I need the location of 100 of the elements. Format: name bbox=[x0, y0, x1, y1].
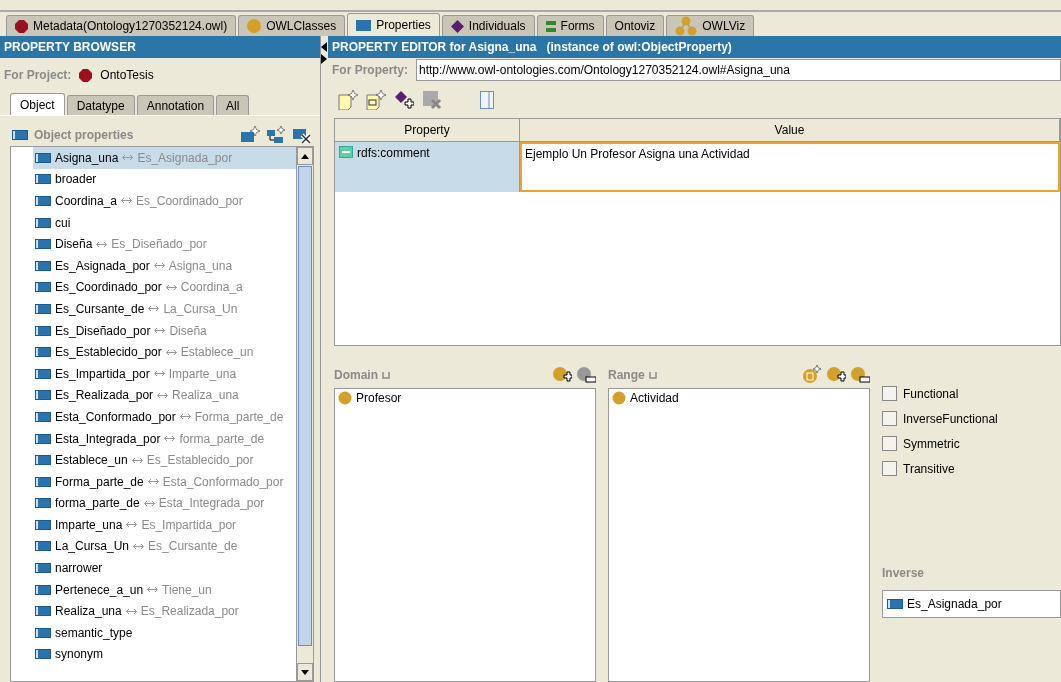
section-icon bbox=[12, 130, 28, 140]
property-item[interactable]: semantic_type bbox=[33, 622, 296, 644]
tab[interactable]: OWLClasses bbox=[238, 15, 346, 36]
double-arrow-icon bbox=[122, 154, 134, 162]
create-property-icon[interactable] bbox=[240, 126, 260, 144]
tab[interactable]: All bbox=[216, 95, 250, 115]
double-arrow-icon bbox=[96, 240, 108, 248]
tab[interactable]: OWLViz bbox=[666, 15, 755, 36]
tab[interactable]: Datatype bbox=[66, 95, 135, 115]
inverse-name: Establece_un bbox=[180, 345, 254, 360]
collapse-right-icon[interactable] bbox=[321, 54, 327, 64]
add-class-icon[interactable] bbox=[826, 366, 846, 384]
property-item[interactable]: cui bbox=[33, 211, 296, 234]
inverse-name: Es_Impartida_por bbox=[141, 517, 237, 532]
property-item[interactable]: synonym bbox=[33, 643, 296, 666]
property-item[interactable]: Esta_Integrada_por forma_parte_de bbox=[33, 427, 296, 450]
property-item[interactable]: Diseña Es_Diseñado_por bbox=[33, 233, 296, 255]
property-icon bbox=[35, 455, 51, 466]
inverse-name: Diseña bbox=[169, 323, 207, 338]
property-icon bbox=[35, 217, 51, 228]
property-icon bbox=[35, 563, 51, 574]
double-arrow-icon bbox=[143, 499, 155, 507]
table-cell[interactable]: Ejemplo Un Profesor Asigna una Actividad bbox=[520, 142, 1060, 192]
property-item[interactable]: Coordina_a Es_Coordinado_por bbox=[33, 190, 296, 212]
columns-icon[interactable] bbox=[480, 91, 494, 109]
property-icon bbox=[35, 282, 51, 293]
property-icon bbox=[35, 196, 51, 206]
inverse-field[interactable]: Es_Asignada_por bbox=[882, 590, 1061, 618]
property-item[interactable]: Es_Establecido_por Establece_un bbox=[33, 341, 296, 363]
panel-title: PROPERTY EDITOR for Asigna_una (instance of owl:ObjectProperty) bbox=[328, 36, 1061, 58]
column-header[interactable]: Value bbox=[520, 119, 1060, 142]
property-item[interactable]: Realiza_una Es_Realizada_por bbox=[33, 600, 296, 623]
remove-class-icon[interactable] bbox=[576, 366, 596, 384]
property-item[interactable]: broader bbox=[33, 168, 296, 191]
property-item[interactable]: Es_Asignada_por Asigna_una bbox=[33, 254, 296, 277]
property-item[interactable]: Es_Coordinado_por Coordina_a bbox=[33, 276, 296, 299]
property-item[interactable]: Pertenece_a_un Tiene_un bbox=[33, 578, 296, 601]
property-item[interactable]: Establece_un Es_Establecido_por bbox=[33, 449, 296, 471]
double-arrow-icon bbox=[165, 283, 177, 291]
double-arrow-icon bbox=[154, 327, 166, 335]
create-subproperty-icon[interactable] bbox=[266, 126, 286, 144]
tab[interactable]: Object bbox=[10, 93, 65, 115]
property-item[interactable]: Asigna_una Es_Asignada_por bbox=[33, 147, 296, 169]
scroll-up-button[interactable] bbox=[297, 147, 313, 165]
checkbox[interactable] bbox=[882, 461, 897, 476]
property-item[interactable]: Es_Diseñado_por Diseña bbox=[33, 319, 296, 342]
tab[interactable]: Forms bbox=[536, 15, 604, 36]
remove-class-icon[interactable] bbox=[850, 366, 870, 384]
add-class-icon[interactable] bbox=[552, 366, 572, 384]
property-item[interactable]: narrower bbox=[33, 557, 296, 579]
uri-field[interactable]: http://www.owl-ontologies.com/Ontology1270352124.owl#Asigna_una bbox=[416, 59, 1061, 81]
checkbox[interactable] bbox=[882, 411, 897, 426]
double-arrow-icon bbox=[157, 391, 169, 399]
inverse-name: Forma_parte_de bbox=[194, 409, 284, 424]
add-value-icon[interactable] bbox=[394, 90, 414, 110]
double-arrow-icon bbox=[164, 435, 176, 442]
scroll-down-button[interactable] bbox=[297, 663, 313, 681]
tab[interactable]: Metadata(Ontology1270352124.owl) bbox=[6, 15, 237, 36]
domain-label: Domain bbox=[334, 368, 378, 382]
tab[interactable]: Ontoviz bbox=[605, 15, 665, 36]
double-arrow-icon bbox=[126, 521, 138, 529]
property-icon bbox=[35, 498, 51, 509]
circle-icon bbox=[247, 19, 262, 33]
new-doc-icon[interactable] bbox=[366, 90, 386, 110]
property-name: Diseña bbox=[55, 237, 93, 252]
tab[interactable]: Individuals bbox=[441, 15, 535, 36]
double-arrow-icon bbox=[133, 543, 145, 550]
new-note-icon[interactable] bbox=[338, 90, 358, 110]
property-item[interactable]: Es_Impartida_por Imparte_una bbox=[33, 362, 296, 385]
property-icon bbox=[35, 584, 51, 595]
property-item[interactable]: Imparte_una Es_Impartida_por bbox=[33, 514, 296, 536]
property-item[interactable]: La_Cursa_Un Es_Cursante_de bbox=[33, 535, 296, 558]
tab[interactable]: Annotation bbox=[136, 95, 215, 115]
property-icon bbox=[35, 260, 51, 271]
property-item[interactable]: Es_Cursante_de La_Cursa_Un bbox=[33, 298, 296, 320]
class-icon bbox=[338, 391, 352, 405]
property-item[interactable]: Forma_parte_de Esta_Conformado_por bbox=[33, 470, 296, 493]
inverse-name: Es_Diseñado_por bbox=[111, 237, 207, 252]
property-icon bbox=[35, 519, 51, 530]
tab[interactable]: Properties bbox=[347, 13, 440, 36]
section-title: Object properties bbox=[34, 128, 134, 142]
delete-value-icon[interactable] bbox=[422, 90, 442, 110]
property-item[interactable]: forma_parte_de Esta_Integrada_por bbox=[33, 492, 296, 515]
property-name: Es_Asignada_por bbox=[55, 258, 150, 273]
property-item[interactable]: Es_Realizada_por Realiza_una bbox=[33, 384, 296, 407]
inverse-name: Es_Realizada_por bbox=[140, 604, 239, 619]
inverse-name: Es_Cursante_de bbox=[148, 539, 238, 554]
checkbox[interactable] bbox=[882, 386, 897, 401]
property-name: Asigna_una bbox=[55, 150, 119, 165]
delete-property-icon[interactable] bbox=[292, 126, 312, 144]
property-name: Realiza_una bbox=[55, 604, 122, 619]
scrollbar-thumb[interactable] bbox=[298, 166, 312, 646]
property-icon bbox=[35, 239, 51, 250]
property-name: Es_Coordinado_por bbox=[55, 280, 162, 295]
class-name[interactable]: Profesor bbox=[356, 391, 402, 405]
class-name[interactable]: Actividad bbox=[630, 391, 679, 405]
checkbox[interactable] bbox=[882, 436, 897, 451]
property-name: Es_Impartida_por bbox=[55, 366, 150, 381]
double-arrow-icon bbox=[125, 607, 137, 615]
property-item[interactable]: Esta_Conformado_por Forma_parte_de bbox=[33, 406, 296, 428]
